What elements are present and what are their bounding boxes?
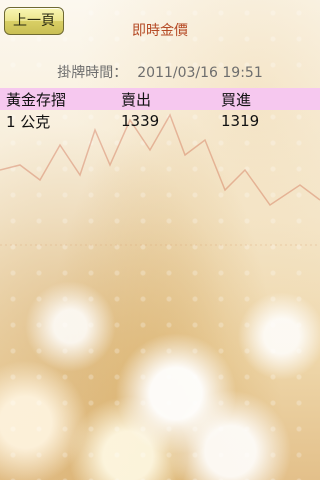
quote-time: 掛牌時間： 2011/03/16 19:51 [0,62,320,82]
row-buy-price: 1319 [221,112,260,130]
row-product: 1 公克 [6,112,51,131]
price-table: 黃金存摺 賣出 買進 1 公克 1339 1319 [0,88,320,132]
table-header: 黃金存摺 賣出 買進 [0,88,320,110]
header-sell: 賣出 [121,90,152,109]
quote-time-label: 掛牌時間： [57,65,128,81]
header-product: 黃金存摺 [6,90,67,109]
quote-time-value: 2011/03/16 19:51 [137,65,263,81]
page-title: 即時金價 [132,23,188,39]
row-sell-price: 1339 [121,112,160,130]
header-buy: 買進 [221,90,252,109]
table-row: 1 公克 1339 1319 [0,110,320,132]
screen: 上一頁 即時金價 掛牌時間： 2011/03/16 19:51 黃金存摺 賣出 買… [0,0,320,480]
